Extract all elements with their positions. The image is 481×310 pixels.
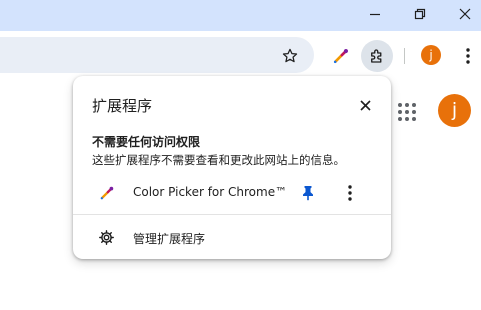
kebab-menu-icon — [466, 48, 470, 64]
restore-icon — [414, 8, 426, 20]
toolbar-divider — [404, 48, 405, 64]
bookmark-button[interactable] — [279, 45, 301, 67]
address-bar[interactable] — [0, 37, 314, 73]
close-popup-button[interactable] — [355, 95, 375, 115]
manage-extensions-item[interactable]: 管理扩展程序 — [73, 222, 391, 252]
pin-icon — [303, 186, 313, 201]
popup-divider — [73, 214, 391, 215]
minimize-icon — [370, 13, 380, 16]
extension-name[interactable]: Color Picker for Chrome™ — [133, 185, 287, 199]
close-icon — [359, 99, 371, 111]
extension-item[interactable]: Color Picker for Chrome™ — [73, 176, 391, 210]
puzzle-icon — [371, 49, 382, 63]
manage-extensions-label[interactable]: 管理扩展程序 — [133, 230, 205, 247]
window-titlebar — [0, 0, 481, 31]
close-icon — [459, 8, 471, 20]
apps-grid-icon — [398, 103, 416, 121]
pin-button[interactable] — [299, 183, 317, 203]
kebab-menu-icon — [348, 185, 352, 201]
apps-button[interactable] — [397, 102, 417, 122]
star-icon — [282, 48, 298, 63]
extension-more-button[interactable] — [343, 183, 357, 203]
restore-button[interactable] — [400, 0, 440, 28]
page-profile-avatar[interactable]: j — [438, 94, 471, 127]
gear-icon-container — [97, 228, 115, 246]
extensions-popup: 扩展程序 不需要任何访问权限 这些扩展程序不需要查看和更改此网站上的信息。 Co… — [73, 76, 391, 259]
browser-toolbar: j — [0, 31, 481, 80]
close-window-button[interactable] — [445, 0, 481, 28]
color-picker-extension-button[interactable] — [330, 45, 352, 67]
minimize-button[interactable] — [355, 0, 395, 28]
extension-icon — [98, 184, 116, 202]
color-picker-icon — [100, 186, 114, 200]
access-heading: 不需要任何访问权限 — [92, 135, 201, 149]
profile-avatar[interactable]: j — [421, 45, 441, 65]
color-picker-icon — [333, 48, 349, 64]
extensions-button[interactable] — [361, 40, 393, 72]
popup-title: 扩展程序 — [92, 97, 153, 115]
gear-icon — [98, 229, 114, 245]
access-description: 这些扩展程序不需要查看和更改此网站上的信息。 — [92, 153, 345, 167]
browser-menu-button[interactable] — [458, 45, 478, 67]
